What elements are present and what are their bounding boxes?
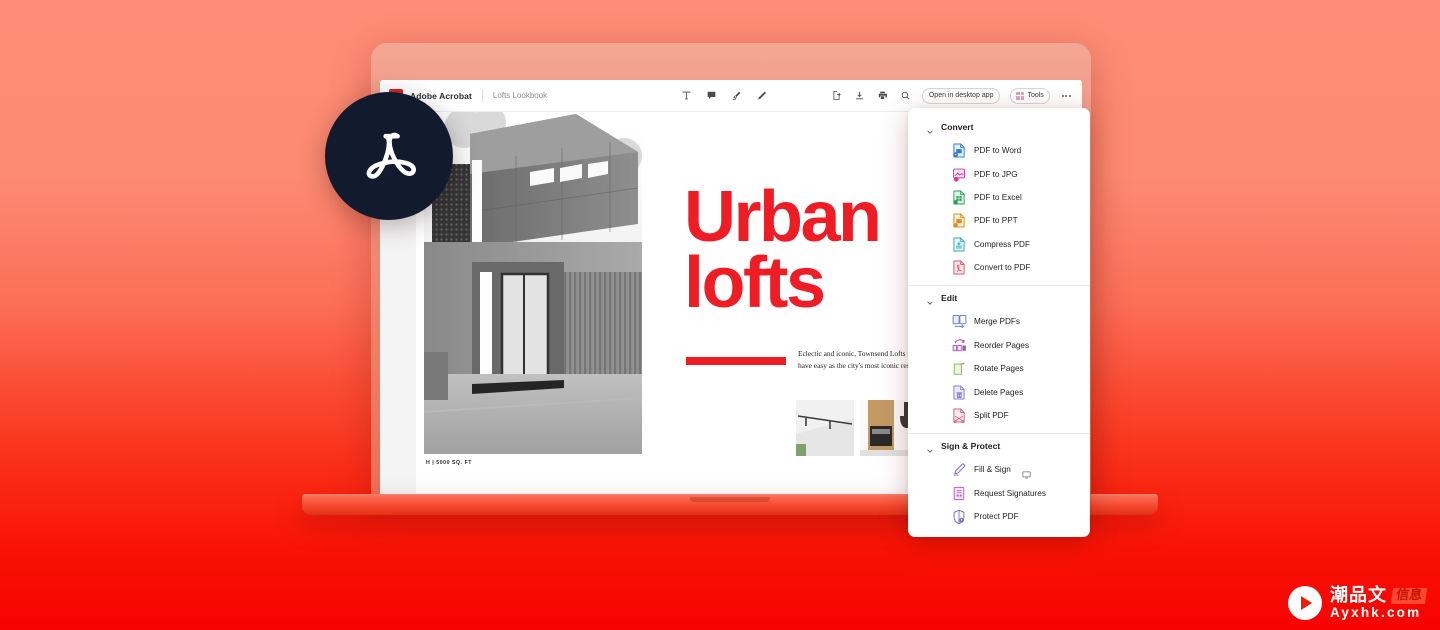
add-comment-icon[interactable]	[705, 89, 718, 102]
menu-item-label: Delete Pages	[974, 387, 1024, 397]
menu-item-label: Protect PDF	[974, 512, 1019, 522]
fill-and-sign-icon	[952, 462, 966, 477]
chevron-down-icon	[926, 294, 934, 305]
menu-item-compress-pdf[interactable]: Compress PDF	[908, 233, 1090, 256]
toolbar-divider	[481, 89, 483, 102]
watermark: 潮品文 信息 Ayxhk.com	[1287, 584, 1428, 620]
menu-item-label: PDF to Word	[974, 146, 1022, 156]
tools-button[interactable]: Tools	[1010, 87, 1050, 104]
watermark-stamp: 信息	[1390, 587, 1428, 604]
search-icon[interactable]	[899, 89, 912, 102]
menu-item-label: Reorder Pages	[974, 340, 1030, 350]
menu-item-label: Split PDF	[974, 410, 1009, 420]
menu-item-delete-pages[interactable]: Delete Pages	[908, 380, 1090, 403]
page-headline: Urban lofts	[684, 177, 882, 324]
pdf-to-ppt-icon	[952, 213, 966, 228]
highlighter-icon[interactable]	[730, 89, 743, 102]
request-signatures-icon	[952, 486, 966, 501]
draw-icon[interactable]	[755, 89, 768, 102]
split-pdf-icon	[952, 408, 966, 423]
watermark-url: Ayxhk.com	[1329, 604, 1422, 620]
rotate-pages-icon	[952, 361, 966, 376]
menu-item-pdf-to-ppt[interactable]: PDF to PPT	[908, 209, 1090, 232]
hero-building-photo	[424, 112, 642, 454]
menu-item-split-pdf[interactable]: Split PDF	[908, 404, 1090, 427]
watermark-row-1: 潮品文 信息	[1329, 584, 1428, 606]
headline-line-2: lofts	[684, 243, 826, 324]
menu-item-label: PDF to PPT	[974, 216, 1018, 226]
menu-item-pdf-to-word[interactable]: PDF to Word	[908, 139, 1090, 162]
pdf-to-excel-icon	[952, 190, 966, 205]
menu-item-label: PDF to JPG	[974, 169, 1018, 179]
pdf-to-word-icon	[952, 143, 966, 158]
menu-item-reorder-pages[interactable]: Reorder Pages	[908, 334, 1090, 357]
menu-group-title: Sign & Protect	[941, 441, 1001, 452]
menu-group-header[interactable]: Convert	[908, 115, 1090, 139]
desktop-icon	[1022, 466, 1031, 479]
watermark-text: 潮品文 信息 Ayxhk.com	[1329, 584, 1428, 620]
tools-dropdown-menu[interactable]: Convert PDF to Word PDF to JPG PDF to Excel…	[908, 108, 1090, 538]
add-text-icon[interactable]	[680, 89, 693, 102]
toolbar-actions-group: Open in desktop app Tools	[830, 87, 1073, 104]
menu-item-label: Request Signatures	[974, 488, 1046, 498]
laptop-base-notch	[690, 497, 770, 502]
delete-pages-icon	[952, 385, 966, 400]
menu-group-edit: Edit Merge PDFs Reorder Pages Rotate Pages D…	[908, 286, 1090, 427]
reorder-pages-icon	[952, 338, 966, 353]
menu-group-sign-protect: Sign & Protect Fill & Sign Request Signatu…	[908, 434, 1090, 528]
menu-item-request-signatures[interactable]: Request Signatures	[908, 482, 1090, 505]
menu-item-pdf-to-excel[interactable]: PDF to Excel	[908, 186, 1090, 209]
share-icon[interactable]	[830, 89, 843, 102]
menu-item-label: Compress PDF	[974, 239, 1030, 249]
document-title: Lofts Lookbook	[492, 91, 548, 100]
play-circle-icon	[1287, 586, 1322, 620]
acrobat-a-icon	[366, 132, 416, 179]
chevron-down-icon	[926, 442, 934, 453]
tools-button-label: Tools	[1027, 92, 1044, 99]
menu-group-header[interactable]: Sign & Protect	[908, 434, 1090, 458]
menu-group-title: Edit	[941, 293, 958, 304]
open-in-desktop-app-button[interactable]: Open in desktop app	[921, 87, 1001, 104]
watermark-cn-text: 潮品文	[1329, 584, 1387, 606]
menu-item-rotate-pages[interactable]: Rotate Pages	[908, 357, 1090, 380]
pdf-to-jpg-icon	[952, 167, 966, 182]
tools-grid-icon	[1016, 91, 1025, 100]
protect-pdf-icon	[952, 509, 966, 525]
headline-rule	[686, 357, 786, 365]
download-icon[interactable]	[853, 89, 866, 102]
convert-to-pdf-icon	[952, 260, 966, 275]
compress-pdf-icon	[952, 237, 966, 252]
menu-item-label: Convert to PDF	[974, 263, 1031, 273]
open-in-desktop-app-label: Open in desktop app	[928, 92, 994, 99]
menu-item-convert-to-pdf[interactable]: Convert to PDF	[908, 256, 1090, 279]
menu-item-label: Merge PDFs	[974, 317, 1020, 327]
menu-group-header[interactable]: Edit	[908, 286, 1090, 310]
menu-item-fill-sign[interactable]: Fill & Sign	[908, 458, 1090, 481]
menu-item-merge-pdfs[interactable]: Merge PDFs	[908, 310, 1090, 333]
menu-item-pdf-to-jpg[interactable]: PDF to JPG	[908, 162, 1090, 185]
chevron-down-icon	[926, 123, 934, 134]
interior-photo-1	[796, 400, 854, 456]
more-options-icon[interactable]	[1060, 94, 1073, 97]
menu-group-title: Convert	[941, 122, 974, 132]
photo-caption: H | 5000 SQ. FT	[426, 460, 473, 466]
headline-line-1: Urban	[684, 177, 882, 257]
annotation-tool-group	[680, 89, 768, 102]
acrobat-logo-badge	[325, 92, 453, 220]
menu-item-label: Fill & Sign	[974, 465, 1011, 475]
menu-item-protect-pdf[interactable]: Protect PDF	[908, 505, 1090, 528]
menu-item-label: Rotate Pages	[974, 364, 1024, 374]
merge-pdfs-icon	[952, 314, 967, 329]
menu-group-convert: Convert PDF to Word PDF to JPG PDF to Excel…	[908, 115, 1090, 279]
print-icon[interactable]	[876, 89, 889, 102]
menu-item-label: PDF to Excel	[974, 192, 1022, 202]
